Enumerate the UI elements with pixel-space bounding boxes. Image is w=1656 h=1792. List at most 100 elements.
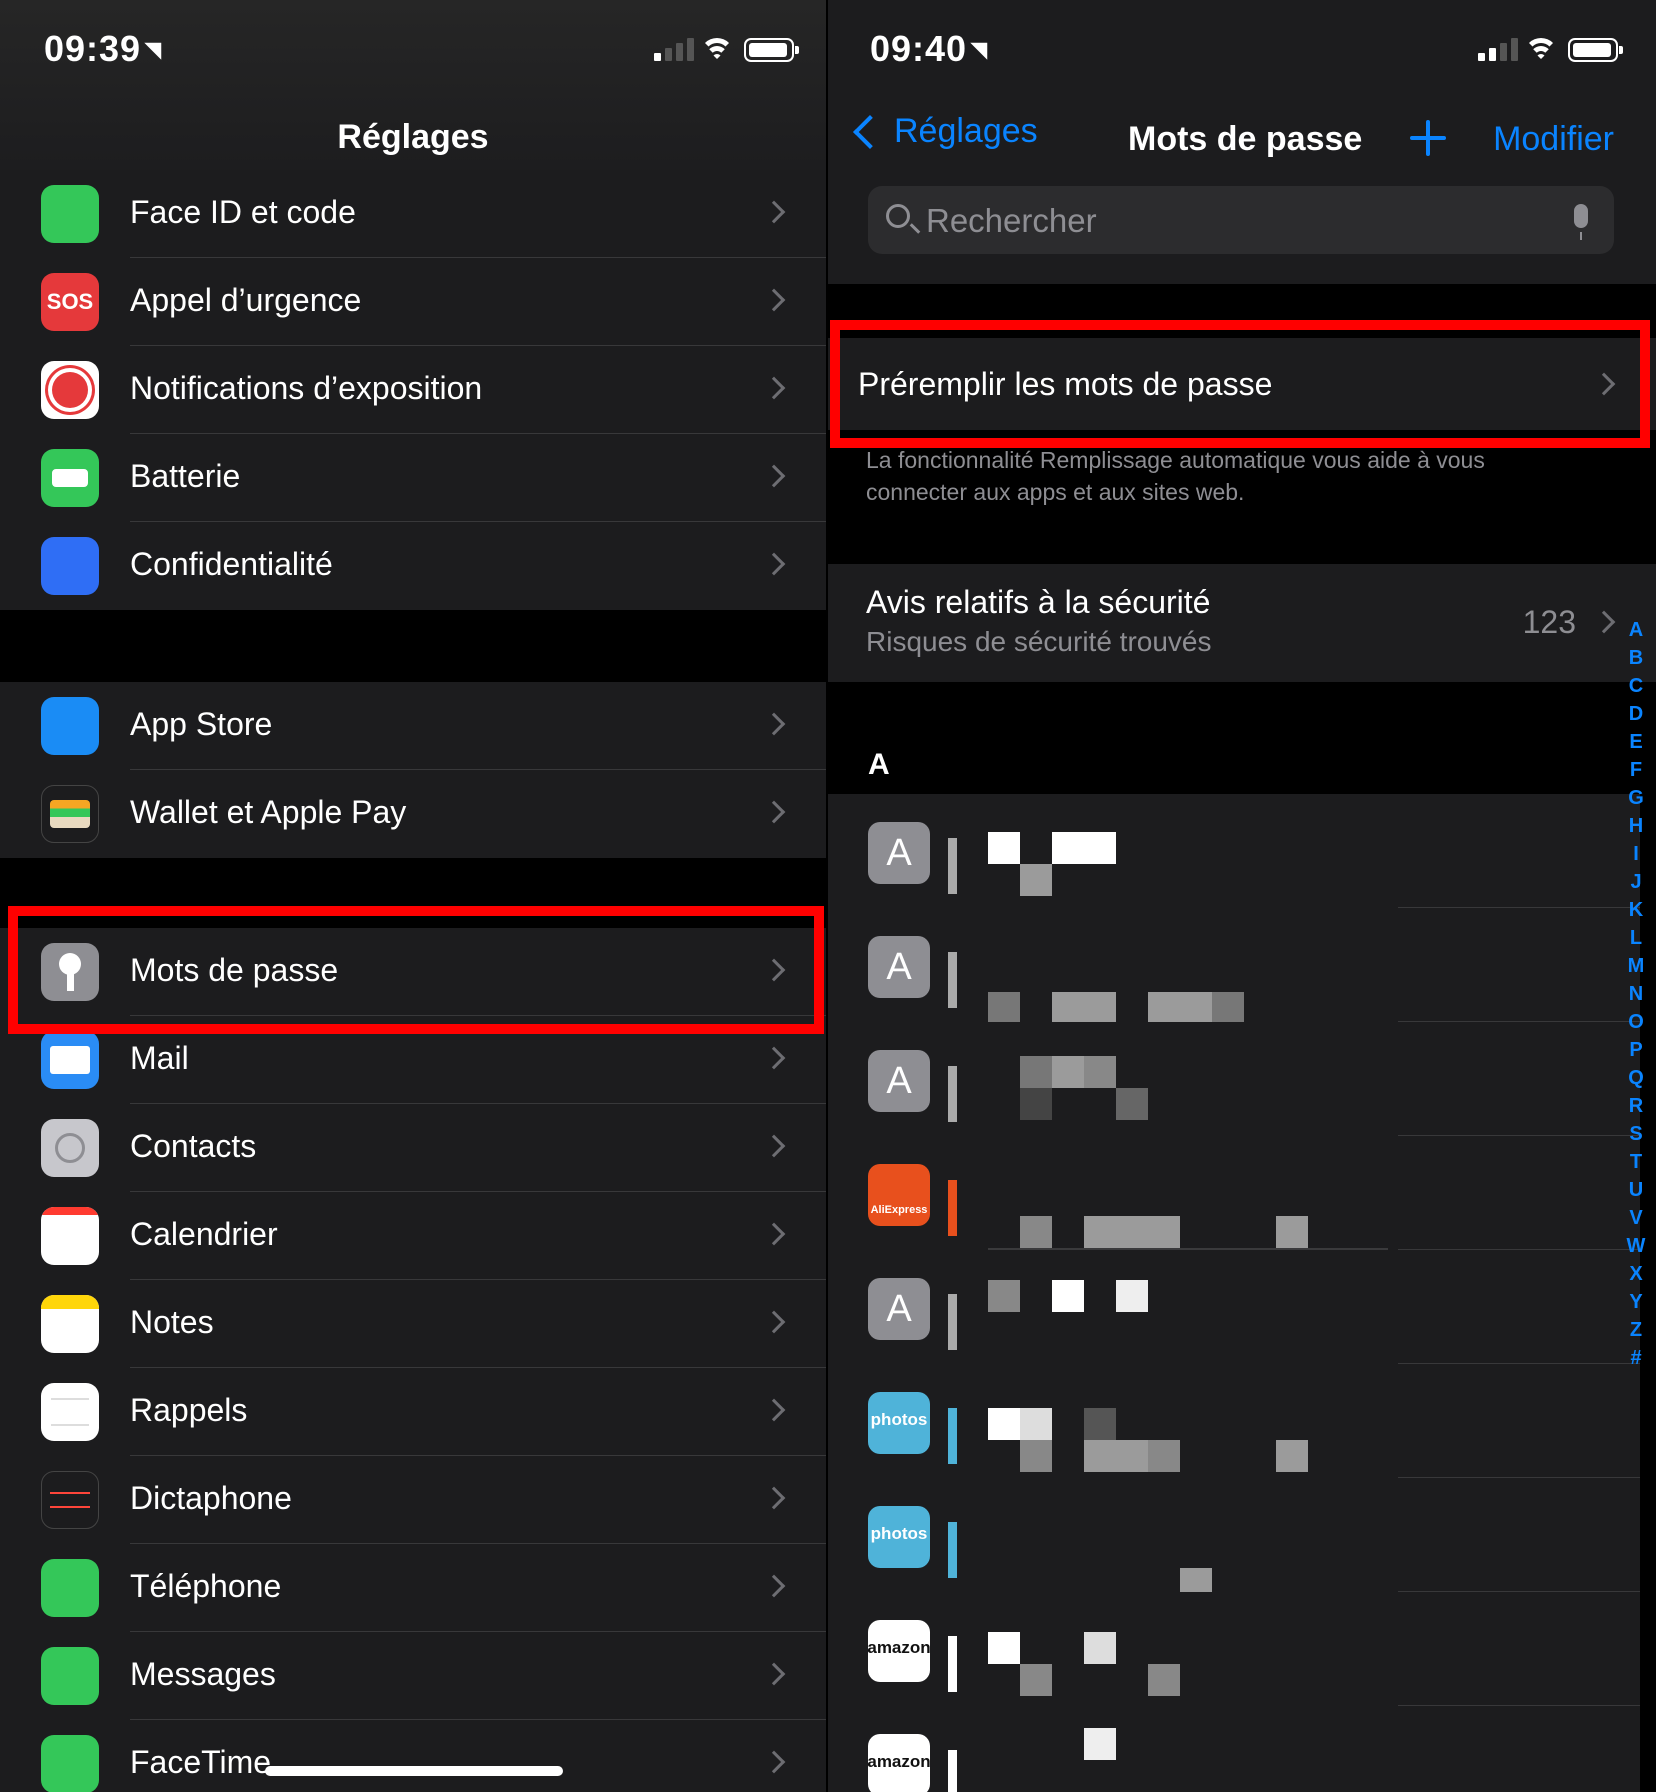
- index-letter[interactable]: H: [1629, 812, 1643, 840]
- index-letter[interactable]: V: [1629, 1204, 1642, 1232]
- calendar-icon: [41, 1207, 99, 1265]
- face-id-icon: [41, 185, 99, 243]
- chevron-right-icon: [762, 1134, 786, 1158]
- index-letter[interactable]: L: [1630, 924, 1642, 952]
- index-letter[interactable]: C: [1629, 672, 1643, 700]
- index-letter[interactable]: A: [1629, 616, 1643, 644]
- reminders-icon: [41, 1383, 99, 1441]
- settings-row-label: Wallet et Apple Pay: [130, 794, 407, 830]
- index-letter[interactable]: N: [1629, 980, 1643, 1008]
- settings-row-reminders[interactable]: Rappels: [0, 1368, 826, 1456]
- pixelated-redaction: [1020, 1088, 1052, 1120]
- password-entry[interactable]: A: [828, 1250, 1640, 1364]
- pixelated-redaction: [1116, 1088, 1148, 1120]
- search-icon: [886, 204, 910, 228]
- index-letter[interactable]: #: [1630, 1344, 1641, 1372]
- index-letter[interactable]: E: [1629, 728, 1642, 756]
- back-label: Réglages: [894, 112, 1038, 150]
- sos-icon: SOS: [41, 273, 99, 331]
- pixelated-redaction: [1084, 1216, 1180, 1248]
- index-letter[interactable]: M: [1628, 952, 1645, 980]
- page-title: Réglages: [337, 118, 489, 156]
- exposure-icon: [41, 361, 99, 419]
- security-subtitle: Risques de sécurité trouvés: [866, 626, 1212, 657]
- index-letter[interactable]: K: [1629, 896, 1643, 924]
- index-letter[interactable]: F: [1630, 756, 1642, 784]
- settings-row-label: Notes: [130, 1304, 214, 1340]
- settings-row-label: Appel d’urgence: [130, 282, 362, 318]
- index-letter[interactable]: G: [1628, 784, 1644, 812]
- settings-row-label: Batterie: [130, 458, 241, 494]
- settings-row-phone[interactable]: Téléphone: [0, 1544, 826, 1632]
- alphabet-index[interactable]: A B C D E F G H I J K L M N O P Q R S T U V W X Y Z #: [1622, 616, 1650, 1372]
- index-letter[interactable]: B: [1629, 644, 1643, 672]
- chevron-right-icon: [762, 1398, 786, 1422]
- account-avatar: A: [868, 1050, 930, 1112]
- battery-status-icon: [744, 38, 799, 62]
- password-entry[interactable]: photos: [828, 1478, 1640, 1592]
- hand-icon: [41, 537, 99, 595]
- search-field[interactable]: Rechercher: [868, 186, 1614, 254]
- settings-row-messages[interactable]: Messages: [0, 1632, 826, 1720]
- wifi-icon: [1524, 36, 1558, 62]
- password-entry[interactable]: AliExpress: [828, 1136, 1640, 1250]
- settings-row-wallet[interactable]: Wallet et Apple Pay: [0, 770, 826, 858]
- settings-row-exposure[interactable]: Notifications d’exposition: [0, 346, 826, 434]
- settings-row-hand[interactable]: Confidentialité: [0, 522, 826, 610]
- voice-memo-icon: [41, 1471, 99, 1529]
- chevron-right-icon: [762, 200, 786, 224]
- settings-row-notes[interactable]: Notes: [0, 1280, 826, 1368]
- index-letter[interactable]: I: [1633, 840, 1639, 868]
- pixelated-redaction: [988, 832, 1020, 864]
- index-letter[interactable]: S: [1629, 1120, 1642, 1148]
- settings-row-app-store[interactable]: App Store: [0, 682, 826, 770]
- app-store-icon: [41, 697, 99, 755]
- password-entry[interactable]: photos: [828, 1364, 1640, 1478]
- index-letter[interactable]: W: [1627, 1232, 1646, 1260]
- status-time: 09:40: [870, 28, 996, 70]
- settings-row-label: FaceTime: [130, 1744, 272, 1780]
- pixelated-redaction: [1148, 1440, 1180, 1472]
- index-letter[interactable]: Q: [1628, 1064, 1644, 1092]
- index-letter[interactable]: Z: [1630, 1316, 1642, 1344]
- index-letter[interactable]: J: [1630, 868, 1641, 896]
- settings-row-label: Messages: [130, 1656, 276, 1692]
- messages-icon: [41, 1647, 99, 1705]
- password-entry[interactable]: amazon: [828, 1592, 1640, 1706]
- settings-row-battery[interactable]: Batterie: [0, 434, 826, 522]
- settings-screen: 09:39 Réglages Face ID et code SOS Appel d…: [0, 0, 826, 1792]
- index-letter[interactable]: D: [1629, 700, 1643, 728]
- pixelated-redaction: [1084, 1056, 1116, 1088]
- contacts-icon: [41, 1119, 99, 1177]
- password-entry[interactable]: A: [828, 1022, 1640, 1136]
- index-letter[interactable]: P: [1629, 1036, 1642, 1064]
- settings-row-face-id[interactable]: Face ID et code: [0, 170, 826, 258]
- password-entry[interactable]: amazon: [828, 1706, 1640, 1792]
- highlight-box: [830, 320, 1650, 448]
- index-letter[interactable]: R: [1629, 1092, 1643, 1120]
- settings-row-contacts[interactable]: Contacts: [0, 1104, 826, 1192]
- microphone-icon[interactable]: [1574, 204, 1588, 240]
- index-letter[interactable]: O: [1628, 1008, 1644, 1036]
- pixelated-redaction: [1052, 1280, 1084, 1312]
- settings-row-facetime[interactable]: FaceTime: [0, 1720, 826, 1792]
- settings-row-voice-memo[interactable]: Dictaphone: [0, 1456, 826, 1544]
- index-letter[interactable]: Y: [1629, 1288, 1642, 1316]
- settings-row-calendar[interactable]: Calendrier: [0, 1192, 826, 1280]
- settings-row-sos[interactable]: SOS Appel d’urgence: [0, 258, 826, 346]
- pixelated-redaction: [1020, 1216, 1052, 1248]
- status-bar: 09:40: [828, 0, 1656, 100]
- security-count: 123: [1522, 604, 1576, 640]
- add-password-button[interactable]: [1410, 120, 1446, 156]
- password-entry[interactable]: A: [828, 794, 1640, 908]
- index-letter[interactable]: T: [1630, 1148, 1642, 1176]
- back-button[interactable]: Réglages: [850, 112, 1038, 151]
- settings-row-label: Mail: [130, 1040, 189, 1076]
- edit-button[interactable]: Modifier: [1493, 120, 1614, 159]
- pixelated-redaction: [1148, 992, 1212, 1024]
- chevron-right-icon: [762, 1222, 786, 1246]
- index-letter[interactable]: U: [1629, 1176, 1643, 1204]
- index-letter[interactable]: X: [1629, 1260, 1642, 1288]
- chevron-right-icon: [762, 1310, 786, 1334]
- page-title: Mots de passe: [1128, 120, 1363, 158]
